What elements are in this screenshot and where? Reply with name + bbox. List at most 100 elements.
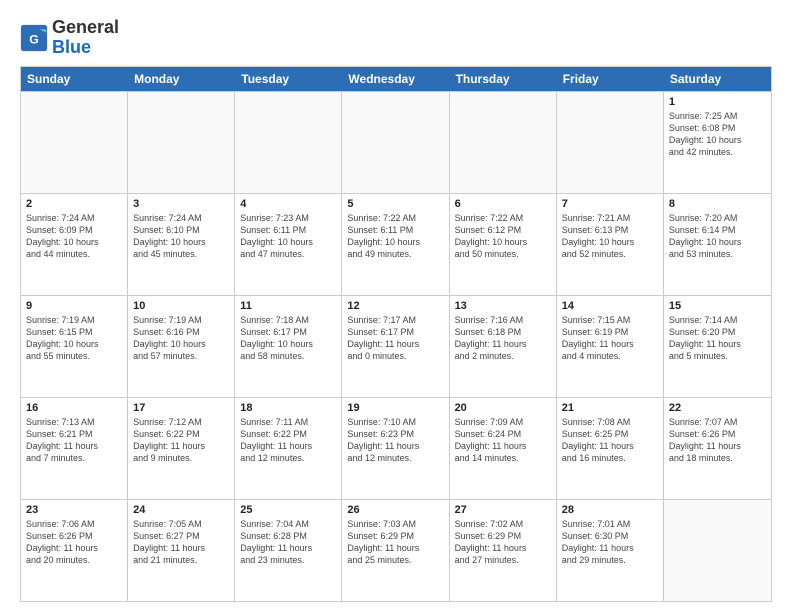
logo-blue: Blue bbox=[52, 37, 91, 57]
day-info: Sunrise: 7:14 AM Sunset: 6:20 PM Dayligh… bbox=[669, 314, 766, 363]
calendar-cell: 11Sunrise: 7:18 AM Sunset: 6:17 PM Dayli… bbox=[235, 296, 342, 397]
calendar-header: SundayMondayTuesdayWednesdayThursdayFrid… bbox=[21, 67, 771, 91]
calendar-body: 1 Sunrise: 7:25 AM Sunset: 6:08 PM Daylig… bbox=[21, 91, 771, 601]
calendar-cell bbox=[450, 92, 557, 193]
calendar-cell: 2Sunrise: 7:24 AM Sunset: 6:09 PM Daylig… bbox=[21, 194, 128, 295]
day-info: Sunrise: 7:07 AM Sunset: 6:26 PM Dayligh… bbox=[669, 416, 766, 465]
calendar-cell: 8 Sunrise: 7:20 AM Sunset: 6:14 PM Daylig… bbox=[664, 194, 771, 295]
day-info: Sunrise: 7:22 AM Sunset: 6:12 PM Dayligh… bbox=[455, 212, 551, 261]
weekday-header: Sunday bbox=[21, 67, 128, 91]
page: G General Blue SundayMondayTuesdayWednes… bbox=[0, 0, 792, 612]
day-number: 13 bbox=[455, 300, 551, 312]
day-info: Sunrise: 7:16 AM Sunset: 6:18 PM Dayligh… bbox=[455, 314, 551, 363]
calendar: SundayMondayTuesdayWednesdayThursdayFrid… bbox=[20, 66, 772, 602]
day-number: 27 bbox=[455, 504, 551, 516]
day-info: Sunrise: 7:24 AM Sunset: 6:09 PM Dayligh… bbox=[26, 212, 122, 261]
day-info: Sunrise: 7:23 AM Sunset: 6:11 PM Dayligh… bbox=[240, 212, 336, 261]
day-info: Sunrise: 7:21 AM Sunset: 6:13 PM Dayligh… bbox=[562, 212, 658, 261]
day-number: 18 bbox=[240, 402, 336, 414]
day-info: Sunrise: 7:12 AM Sunset: 6:22 PM Dayligh… bbox=[133, 416, 229, 465]
day-info: Sunrise: 7:15 AM Sunset: 6:19 PM Dayligh… bbox=[562, 314, 658, 363]
weekday-header: Friday bbox=[557, 67, 664, 91]
calendar-row: 23 Sunrise: 7:06 AM Sunset: 6:26 PM Dayli… bbox=[21, 499, 771, 601]
calendar-row: 1 Sunrise: 7:25 AM Sunset: 6:08 PM Daylig… bbox=[21, 91, 771, 193]
day-number: 8 bbox=[669, 198, 766, 210]
day-number: 17 bbox=[133, 402, 229, 414]
day-info: Sunrise: 7:22 AM Sunset: 6:11 PM Dayligh… bbox=[347, 212, 443, 261]
calendar-cell: 17 Sunrise: 7:12 AM Sunset: 6:22 PM Dayli… bbox=[128, 398, 235, 499]
svg-text:G: G bbox=[29, 32, 39, 46]
calendar-row: 16 Sunrise: 7:13 AM Sunset: 6:21 PM Dayli… bbox=[21, 397, 771, 499]
calendar-cell: 13 Sunrise: 7:16 AM Sunset: 6:18 PM Dayli… bbox=[450, 296, 557, 397]
calendar-cell bbox=[664, 500, 771, 601]
weekday-header: Tuesday bbox=[235, 67, 342, 91]
day-number: 10 bbox=[133, 300, 229, 312]
day-info: Sunrise: 7:03 AM Sunset: 6:29 PM Dayligh… bbox=[347, 518, 443, 567]
day-number: 21 bbox=[562, 402, 658, 414]
calendar-cell: 20Sunrise: 7:09 AM Sunset: 6:24 PM Dayli… bbox=[450, 398, 557, 499]
logo-icon: G bbox=[20, 24, 48, 52]
day-number: 23 bbox=[26, 504, 122, 516]
weekday-header: Monday bbox=[128, 67, 235, 91]
day-info: Sunrise: 7:01 AM Sunset: 6:30 PM Dayligh… bbox=[562, 518, 658, 567]
day-number: 7 bbox=[562, 198, 658, 210]
calendar-cell: 6 Sunrise: 7:22 AM Sunset: 6:12 PM Daylig… bbox=[450, 194, 557, 295]
calendar-row: 9 Sunrise: 7:19 AM Sunset: 6:15 PM Daylig… bbox=[21, 295, 771, 397]
day-number: 5 bbox=[347, 198, 443, 210]
calendar-cell bbox=[21, 92, 128, 193]
calendar-cell: 23 Sunrise: 7:06 AM Sunset: 6:26 PM Dayli… bbox=[21, 500, 128, 601]
weekday-header: Wednesday bbox=[342, 67, 449, 91]
day-number: 22 bbox=[669, 402, 766, 414]
calendar-row: 2Sunrise: 7:24 AM Sunset: 6:09 PM Daylig… bbox=[21, 193, 771, 295]
logo-text: General Blue bbox=[52, 18, 119, 58]
calendar-cell: 25Sunrise: 7:04 AM Sunset: 6:28 PM Dayli… bbox=[235, 500, 342, 601]
calendar-cell: 7 Sunrise: 7:21 AM Sunset: 6:13 PM Daylig… bbox=[557, 194, 664, 295]
day-info: Sunrise: 7:10 AM Sunset: 6:23 PM Dayligh… bbox=[347, 416, 443, 465]
day-number: 6 bbox=[455, 198, 551, 210]
day-info: Sunrise: 7:19 AM Sunset: 6:15 PM Dayligh… bbox=[26, 314, 122, 363]
weekday-header: Thursday bbox=[450, 67, 557, 91]
calendar-cell: 15 Sunrise: 7:14 AM Sunset: 6:20 PM Dayli… bbox=[664, 296, 771, 397]
day-number: 1 bbox=[669, 96, 766, 108]
day-info: Sunrise: 7:13 AM Sunset: 6:21 PM Dayligh… bbox=[26, 416, 122, 465]
day-number: 12 bbox=[347, 300, 443, 312]
day-number: 15 bbox=[669, 300, 766, 312]
calendar-cell: 24Sunrise: 7:05 AM Sunset: 6:27 PM Dayli… bbox=[128, 500, 235, 601]
calendar-cell: 16 Sunrise: 7:13 AM Sunset: 6:21 PM Dayli… bbox=[21, 398, 128, 499]
day-number: 28 bbox=[562, 504, 658, 516]
calendar-cell: 5 Sunrise: 7:22 AM Sunset: 6:11 PM Daylig… bbox=[342, 194, 449, 295]
calendar-cell: 10 Sunrise: 7:19 AM Sunset: 6:16 PM Dayli… bbox=[128, 296, 235, 397]
calendar-cell: 28 Sunrise: 7:01 AM Sunset: 6:30 PM Dayli… bbox=[557, 500, 664, 601]
day-number: 24 bbox=[133, 504, 229, 516]
day-number: 14 bbox=[562, 300, 658, 312]
calendar-cell: 18Sunrise: 7:11 AM Sunset: 6:22 PM Dayli… bbox=[235, 398, 342, 499]
calendar-cell: 1 Sunrise: 7:25 AM Sunset: 6:08 PM Daylig… bbox=[664, 92, 771, 193]
calendar-cell bbox=[342, 92, 449, 193]
day-number: 3 bbox=[133, 198, 229, 210]
calendar-cell: 21 Sunrise: 7:08 AM Sunset: 6:25 PM Dayli… bbox=[557, 398, 664, 499]
calendar-cell bbox=[128, 92, 235, 193]
calendar-cell: 14 Sunrise: 7:15 AM Sunset: 6:19 PM Dayli… bbox=[557, 296, 664, 397]
logo: G General Blue bbox=[20, 18, 119, 58]
calendar-cell: 22 Sunrise: 7:07 AM Sunset: 6:26 PM Dayli… bbox=[664, 398, 771, 499]
day-number: 9 bbox=[26, 300, 122, 312]
day-number: 16 bbox=[26, 402, 122, 414]
day-number: 25 bbox=[240, 504, 336, 516]
day-info: Sunrise: 7:06 AM Sunset: 6:26 PM Dayligh… bbox=[26, 518, 122, 567]
header: G General Blue bbox=[20, 18, 772, 58]
day-info: Sunrise: 7:02 AM Sunset: 6:29 PM Dayligh… bbox=[455, 518, 551, 567]
day-info: Sunrise: 7:25 AM Sunset: 6:08 PM Dayligh… bbox=[669, 110, 766, 159]
weekday-header: Saturday bbox=[664, 67, 771, 91]
day-number: 4 bbox=[240, 198, 336, 210]
day-info: Sunrise: 7:20 AM Sunset: 6:14 PM Dayligh… bbox=[669, 212, 766, 261]
day-info: Sunrise: 7:08 AM Sunset: 6:25 PM Dayligh… bbox=[562, 416, 658, 465]
day-info: Sunrise: 7:19 AM Sunset: 6:16 PM Dayligh… bbox=[133, 314, 229, 363]
calendar-cell: 4 Sunrise: 7:23 AM Sunset: 6:11 PM Daylig… bbox=[235, 194, 342, 295]
day-info: Sunrise: 7:17 AM Sunset: 6:17 PM Dayligh… bbox=[347, 314, 443, 363]
calendar-cell: 19Sunrise: 7:10 AM Sunset: 6:23 PM Dayli… bbox=[342, 398, 449, 499]
calendar-cell bbox=[235, 92, 342, 193]
logo-general: General bbox=[52, 17, 119, 37]
day-number: 11 bbox=[240, 300, 336, 312]
day-number: 26 bbox=[347, 504, 443, 516]
calendar-cell: 9 Sunrise: 7:19 AM Sunset: 6:15 PM Daylig… bbox=[21, 296, 128, 397]
